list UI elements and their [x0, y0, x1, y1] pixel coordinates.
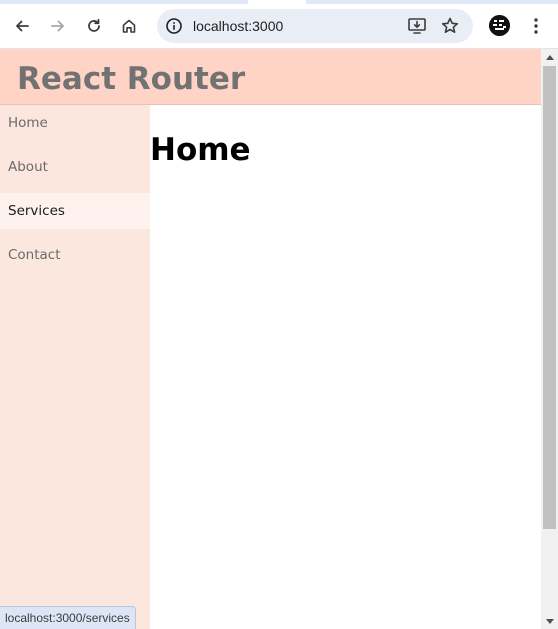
- page-viewport: React Router Home About Services Contact…: [0, 49, 541, 629]
- main-content: Home: [150, 105, 541, 629]
- sidebar-item-home[interactable]: Home: [0, 105, 150, 141]
- profile-picture-icon: [489, 15, 510, 36]
- address-bar[interactable]: localhost:3000: [157, 9, 473, 43]
- browser-toolbar: localhost:3000: [0, 4, 558, 49]
- scrollbar-thumb[interactable]: [543, 66, 556, 529]
- install-app-icon[interactable]: [407, 17, 427, 35]
- link-status-bubble: localhost:3000/services: [0, 606, 136, 629]
- scroll-down-arrow-icon: [545, 618, 554, 624]
- vertical-scrollbar[interactable]: [541, 49, 558, 629]
- scroll-up-button[interactable]: [541, 49, 558, 65]
- reload-icon: [88, 18, 100, 32]
- url-text[interactable]: localhost:3000: [193, 9, 283, 43]
- home-icon: [122, 19, 136, 33]
- arrow-left-icon: [16, 20, 29, 32]
- scroll-down-button[interactable]: [541, 613, 558, 629]
- star-icon[interactable]: [440, 16, 460, 36]
- sidebar-item-about[interactable]: About: [0, 149, 150, 185]
- profile-avatar[interactable]: [489, 15, 510, 36]
- info-icon[interactable]: [165, 17, 183, 35]
- sidebar-item-services[interactable]: Services: [0, 193, 150, 229]
- page-heading: Home: [150, 132, 251, 168]
- sidebar-nav: Home About Services Contact: [0, 105, 150, 629]
- forward-button[interactable]: [42, 10, 74, 42]
- arrow-right-icon: [51, 20, 64, 32]
- home-button[interactable]: [113, 10, 145, 42]
- sidebar-item-contact[interactable]: Contact: [0, 237, 150, 273]
- reload-button[interactable]: [78, 10, 110, 42]
- browser-menu-button[interactable]: [520, 10, 552, 42]
- browser-window: localhost:3000 React Router Home About S…: [0, 0, 558, 629]
- app-header: React Router: [0, 49, 541, 105]
- back-button[interactable]: [6, 10, 38, 42]
- app-title: React Router: [17, 61, 246, 97]
- kebab-menu-icon: [534, 18, 538, 34]
- scroll-up-arrow-icon: [545, 54, 554, 60]
